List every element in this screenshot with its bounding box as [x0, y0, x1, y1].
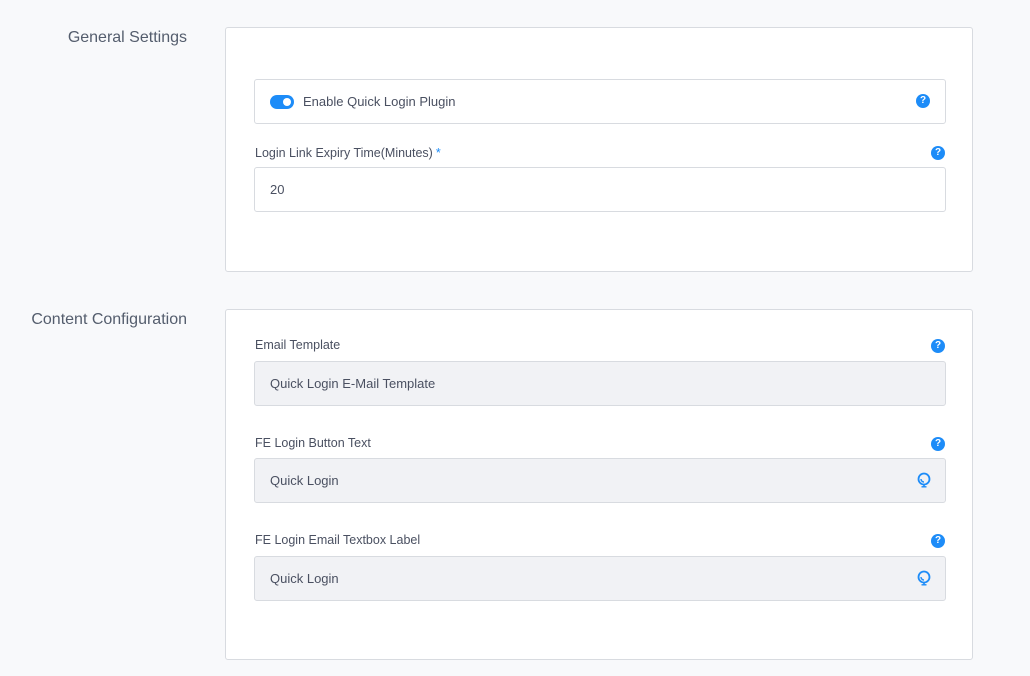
general-settings-card: Enable Quick Login Plugin ? Login Link E…	[225, 27, 973, 272]
fe-button-text-value: Quick Login	[270, 473, 339, 488]
content-configuration-card: Email Template ? Quick Login E-Mail Temp…	[225, 309, 973, 660]
fe-button-text-input[interactable]: Quick Login	[254, 458, 946, 503]
general-settings-title: General Settings	[67, 29, 187, 46]
help-icon[interactable]: ?	[916, 94, 930, 108]
help-icon[interactable]: ?	[931, 339, 945, 353]
expiry-time-label: Login Link Expiry Time(Minutes) *	[255, 146, 441, 160]
language-icon[interactable]	[916, 472, 932, 488]
toggle-knob	[283, 98, 291, 106]
required-mark: *	[435, 146, 441, 160]
help-icon[interactable]: ?	[931, 437, 945, 451]
help-icon[interactable]: ?	[931, 534, 945, 548]
enable-plugin-row: Enable Quick Login Plugin ?	[254, 79, 946, 124]
enable-plugin-toggle[interactable]	[270, 95, 294, 109]
enable-plugin-label: Enable Quick Login Plugin	[303, 94, 456, 109]
help-icon[interactable]: ?	[931, 146, 945, 160]
fe-email-label-label: FE Login Email Textbox Label	[255, 533, 421, 547]
expiry-time-label-text: Login Link Expiry Time(Minutes)	[255, 146, 433, 160]
fe-email-label-value: Quick Login	[270, 571, 339, 586]
fe-button-text-label: FE Login Button Text	[255, 436, 371, 450]
expiry-time-input[interactable]: 20	[254, 167, 946, 212]
fe-email-label-input[interactable]: Quick Login	[254, 556, 946, 601]
email-template-label: Email Template	[255, 338, 341, 352]
email-template-select[interactable]: Quick Login E-Mail Template	[254, 361, 946, 406]
content-configuration-title: Content Configuration	[31, 311, 187, 328]
language-icon[interactable]	[916, 570, 932, 586]
